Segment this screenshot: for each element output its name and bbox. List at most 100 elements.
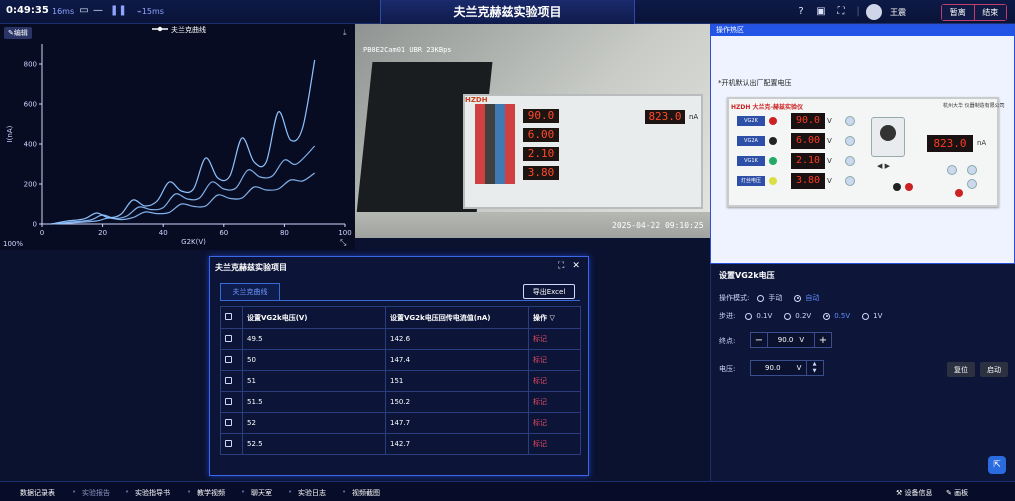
nav-separator: • bbox=[342, 488, 347, 496]
step-option[interactable]: 0.1V bbox=[756, 312, 772, 320]
x-tick-label: 20 bbox=[98, 229, 107, 237]
reading-display: 90.0 bbox=[523, 109, 559, 123]
mark-link[interactable]: 标记 bbox=[528, 433, 581, 455]
fullscreen-icon[interactable]: ⛶ bbox=[835, 6, 847, 18]
hotzone-title: 操作热区 bbox=[711, 25, 1014, 36]
increment-button[interactable]: + bbox=[815, 333, 831, 347]
mark-link[interactable]: 标记 bbox=[528, 328, 581, 350]
series-line-2 bbox=[51, 145, 316, 225]
decrement-button[interactable]: − bbox=[751, 333, 767, 347]
panel-button[interactable] bbox=[967, 165, 977, 175]
maximize-icon[interactable]: ⛶ bbox=[558, 261, 572, 271]
nav-log[interactable]: 实验日志 bbox=[298, 488, 326, 498]
screen-icon[interactable]: ▭ bbox=[78, 5, 90, 17]
nav-video[interactable]: 教学视频 bbox=[197, 488, 225, 498]
nav-device-info[interactable]: ⚒ 设备信息 bbox=[896, 488, 933, 498]
vg1k-select-button[interactable] bbox=[845, 156, 855, 166]
help-icon[interactable]: ? bbox=[795, 6, 807, 18]
mode-auto-label[interactable]: 自动 bbox=[805, 293, 819, 303]
mark-link[interactable]: 标记 bbox=[528, 349, 581, 371]
y-tick-label: 800 bbox=[24, 61, 37, 69]
export-excel-button[interactable]: 导出Excel bbox=[523, 284, 575, 299]
jack-green[interactable] bbox=[769, 157, 777, 165]
row-checkbox[interactable] bbox=[220, 328, 243, 350]
voltage-spin-arrows[interactable]: ▲ ▼ bbox=[806, 361, 822, 375]
row-checkbox[interactable] bbox=[220, 370, 243, 392]
knob-arrows[interactable]: ◀ ▶ bbox=[877, 162, 890, 170]
jack-red[interactable] bbox=[905, 183, 913, 191]
jack-yellow[interactable] bbox=[769, 177, 777, 185]
table-row[interactable]: 51 151 标记 bbox=[220, 370, 581, 392]
leave-button[interactable]: 暂离 bbox=[942, 5, 974, 20]
filter-icon[interactable]: ▽ bbox=[549, 314, 554, 322]
table-row[interactable]: 52 147.7 标记 bbox=[220, 412, 581, 434]
jack-red[interactable] bbox=[955, 189, 963, 197]
jack-black[interactable] bbox=[893, 183, 901, 191]
info-icon: ⚒ bbox=[896, 489, 903, 497]
avatar[interactable] bbox=[866, 4, 882, 20]
step-option[interactable]: 0.2V bbox=[795, 312, 811, 320]
filament-label: 灯丝电压 bbox=[737, 176, 765, 186]
row-checkbox[interactable] bbox=[220, 433, 243, 455]
row-checkbox[interactable] bbox=[220, 412, 243, 434]
nav-chat[interactable]: 聊天室 bbox=[251, 488, 272, 498]
panel-button[interactable] bbox=[967, 179, 977, 189]
signal-stat: ⌁15ms bbox=[137, 7, 164, 16]
mark-link[interactable]: 标记 bbox=[528, 412, 581, 434]
start-button[interactable]: 启动 bbox=[980, 362, 1008, 377]
step-radio[interactable] bbox=[784, 312, 792, 320]
filament-select-button[interactable] bbox=[845, 176, 855, 186]
minimize-icon[interactable]: — bbox=[92, 5, 104, 17]
step-option[interactable]: 0.5V bbox=[834, 312, 850, 320]
reading-display: 6.00 bbox=[523, 128, 559, 142]
camera-osd: PB0E2Cam01 UBR 23KBps bbox=[363, 46, 452, 54]
jack-red[interactable] bbox=[769, 117, 777, 125]
cell-current: 147.4 bbox=[385, 349, 529, 371]
step-radio[interactable] bbox=[862, 312, 870, 320]
step-radio[interactable] bbox=[823, 312, 831, 320]
cell-voltage: 49.5 bbox=[242, 328, 386, 350]
floating-action-button[interactable]: ⇱ bbox=[988, 456, 1006, 474]
column-operation: 操作 ▽ bbox=[528, 306, 581, 329]
mode-manual-radio[interactable] bbox=[757, 294, 765, 302]
username: 王震 bbox=[890, 8, 906, 17]
end-value-field[interactable]: 90.0 V bbox=[767, 333, 815, 347]
nav-screenshot[interactable]: 视频截图 bbox=[352, 488, 380, 498]
row-checkbox[interactable] bbox=[220, 391, 243, 413]
y-tick-label: 600 bbox=[24, 101, 37, 109]
table-row[interactable]: 52.5 142.7 标记 bbox=[220, 433, 581, 455]
mark-link[interactable]: 标记 bbox=[528, 370, 581, 392]
table-row[interactable]: 50 147.4 标记 bbox=[220, 349, 581, 371]
panel-button[interactable] bbox=[947, 165, 957, 175]
step-option[interactable]: 1V bbox=[873, 312, 882, 320]
nav-data-record[interactable]: 数据记录表 bbox=[20, 488, 55, 498]
nav-report[interactable]: 实验报告 bbox=[82, 488, 110, 498]
unit-v: V bbox=[827, 157, 832, 165]
camera-icon[interactable]: ▣ bbox=[815, 6, 827, 18]
y-tick-label: 0 bbox=[33, 221, 37, 229]
current-display: 823.0 bbox=[645, 110, 685, 124]
y-tick-label: 400 bbox=[24, 141, 37, 149]
reset-button[interactable]: 复位 bbox=[947, 362, 975, 377]
table-row[interactable]: 51.5 150.2 标记 bbox=[220, 391, 581, 413]
pause-icon[interactable]: ❚❚ bbox=[110, 5, 127, 17]
nav-drawing-board[interactable]: ✎ 画板 bbox=[946, 488, 968, 498]
row-checkbox[interactable] bbox=[220, 349, 243, 371]
mark-link[interactable]: 标记 bbox=[528, 391, 581, 413]
adjust-knob[interactable] bbox=[880, 125, 896, 141]
close-icon[interactable]: ✕ bbox=[572, 261, 588, 271]
end-value-stepper[interactable]: − 90.0 V + bbox=[750, 332, 832, 348]
table-row[interactable]: 49.5 142.6 标记 bbox=[220, 328, 581, 350]
select-all-checkbox[interactable] bbox=[220, 306, 243, 329]
camera-feed[interactable]: HZDH 90.0 6.00 2.10 3.80 823.0 nA PB0E2C… bbox=[355, 24, 710, 238]
vg2k-select-button[interactable] bbox=[845, 116, 855, 126]
step-radio[interactable] bbox=[745, 312, 753, 320]
nav-guide[interactable]: 实验指导书 bbox=[135, 488, 170, 498]
mode-auto-radio[interactable] bbox=[794, 294, 802, 302]
expand-icon[interactable]: ⤡ bbox=[340, 238, 346, 248]
jack-black[interactable] bbox=[769, 137, 777, 145]
vg2a-select-button[interactable] bbox=[845, 136, 855, 146]
tab-curve[interactable]: 夫兰克曲线 bbox=[220, 283, 280, 300]
end-button[interactable]: 结束 bbox=[973, 5, 1006, 20]
mode-manual-label[interactable]: 手动 bbox=[768, 293, 782, 303]
